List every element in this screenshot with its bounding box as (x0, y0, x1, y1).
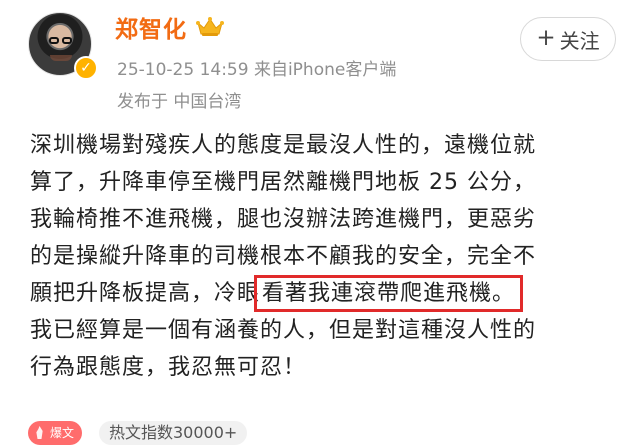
post-line: 深圳機場對殘疾人的態度是最沒人性的，遠機位就 (30, 133, 537, 158)
fire-icon (36, 426, 43, 439)
username[interactable]: 郑智化 (115, 10, 187, 44)
hot-post-badge: 爆文 (28, 421, 83, 445)
post-line: 算了，升降車停至機門居然離機門地板 25 公分， (30, 170, 536, 195)
hot-index[interactable]: 热文指数30000+ (99, 421, 248, 445)
plus-icon: + (536, 24, 556, 51)
crown-icon (196, 17, 224, 36)
avatar-glasses-left (49, 37, 59, 44)
post-line-with-highlight: 願把升降板提高，冷眼看著我連滾帶爬進飛機。 (30, 275, 620, 312)
avatar-face-shadow (50, 55, 72, 61)
follow-label: 关注 (559, 28, 600, 53)
post-line-before-highlight: 願把升降板提高，冷眼 (30, 281, 261, 306)
profile-name-row: 郑智化 (115, 10, 225, 44)
post-location: 发布于 中国台湾 (117, 92, 242, 112)
follow-button[interactable]: + 关注 (520, 17, 616, 61)
post-timestamp-source: 25-10-25 14:59 来自iPhone客户端 (117, 60, 397, 80)
post-line: 行為跟態度，我忍無可忍！ (30, 355, 307, 380)
post-line: 我已經算是一個有涵養的人，但是對這種沒人性的 (30, 318, 537, 343)
post-line: 我輪椅推不進飛機，腿也沒辦法跨進機門，更惡劣 (30, 207, 537, 232)
verified-badge-icon: ✓ (74, 56, 98, 80)
hot-post-badge-label: 爆文 (50, 426, 75, 440)
post-content: 深圳機場對殘疾人的態度是最沒人性的，遠機位就 算了，升降車停至機門居然離機門地板… (30, 127, 620, 386)
highlighted-text: 看著我連滾帶爬進飛機。 (254, 275, 524, 312)
post-line: 的是操縱升降車的司機根本不顧我的安全，完全不 (30, 244, 537, 269)
avatar-glasses-right (62, 37, 72, 44)
